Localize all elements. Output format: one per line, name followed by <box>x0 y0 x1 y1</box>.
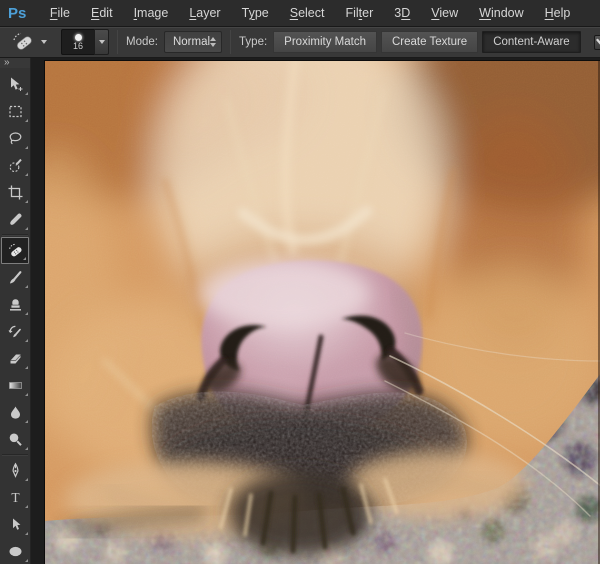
spot-healing-brush-icon <box>10 30 36 54</box>
healing-type-options: Proximity Match Create Texture Content-A… <box>273 31 585 53</box>
history-brush-tool[interactable] <box>0 318 30 345</box>
rectangular-marquee-tool[interactable] <box>0 98 30 125</box>
crop-tool[interactable] <box>0 179 30 206</box>
sample-all-layers-checkbox[interactable] <box>594 35 600 50</box>
move-tool[interactable] <box>0 71 30 98</box>
blur-tool[interactable] <box>0 399 30 426</box>
collapse-panel-button[interactable]: » <box>0 58 30 68</box>
brush-tool[interactable] <box>0 264 30 291</box>
menu-layer[interactable]: Layer <box>179 6 231 20</box>
marquee-icon <box>7 103 24 120</box>
menu-3d[interactable]: 3D <box>384 6 421 20</box>
photoshop-logo: Ps <box>0 5 39 22</box>
create-texture-button[interactable]: Create Texture <box>381 31 478 53</box>
dodge-icon <box>7 431 24 448</box>
document-canvas[interactable] <box>45 61 600 564</box>
sample-all-layers-option[interactable]: Sam <box>594 35 600 50</box>
brush-tip-dot-icon <box>75 34 82 41</box>
move-icon <box>7 76 24 93</box>
crop-icon <box>7 184 24 201</box>
photoshop-window: Ps File Edit Image Layer Type Select Fil… <box>0 0 600 564</box>
clone-stamp-icon <box>7 296 24 313</box>
brush-size-picker[interactable]: 16 <box>61 29 109 55</box>
divider <box>2 454 28 456</box>
chevron-down-icon <box>41 40 47 44</box>
menu-edit[interactable]: Edit <box>81 6 124 20</box>
menu-file[interactable]: File <box>39 6 80 20</box>
mode-dropdown[interactable]: Normal <box>164 31 222 53</box>
eraser-tool[interactable] <box>0 345 30 372</box>
menu-bar: Ps File Edit Image Layer Type Select Fil… <box>0 0 600 27</box>
brush-size-value: 16 <box>73 42 83 51</box>
mode-value: Normal <box>173 36 210 48</box>
brush-size-dropdown-button[interactable] <box>94 29 109 55</box>
tool-options-bar: 16 Mode: Normal Type: Proximity Match Cr… <box>0 27 600 58</box>
eyedropper-tool[interactable] <box>0 206 30 233</box>
gradient-icon <box>7 377 24 394</box>
separator <box>117 30 118 54</box>
menu-select[interactable]: Select <box>279 6 335 20</box>
checkmark-icon <box>595 31 600 47</box>
menu-view[interactable]: View <box>421 6 469 20</box>
type-tool[interactable]: T <box>0 484 30 511</box>
canvas-pasteboard <box>31 58 600 564</box>
svg-text:T: T <box>11 490 20 505</box>
tools-panel: » <box>0 58 31 564</box>
selection-arrow-icon <box>7 516 24 533</box>
dodge-tool[interactable] <box>0 426 30 453</box>
gradient-tool[interactable] <box>0 372 30 399</box>
eraser-icon <box>7 350 24 367</box>
history-brush-icon <box>7 323 24 340</box>
type-label: Type: <box>239 36 267 48</box>
lasso-tool[interactable] <box>0 125 30 152</box>
chevron-down-icon <box>99 40 105 44</box>
content-aware-button[interactable]: Content-Aware <box>482 31 581 53</box>
blur-drop-icon <box>7 404 24 421</box>
spot-healing-brush-icon <box>7 242 24 259</box>
brush-icon <box>7 269 24 286</box>
menu-type[interactable]: Type <box>231 6 279 20</box>
quick-selection-tool[interactable] <box>0 152 30 179</box>
menu-window[interactable]: Window <box>469 6 534 20</box>
tool-preset-picker[interactable] <box>5 30 52 54</box>
mode-label: Mode: <box>126 36 158 48</box>
dog-nose-photo <box>45 61 600 564</box>
lasso-icon <box>7 130 24 147</box>
type-icon: T <box>7 489 24 506</box>
menu-image[interactable]: Image <box>123 6 179 20</box>
clone-stamp-tool[interactable] <box>0 291 30 318</box>
eyedropper-icon <box>7 211 24 228</box>
proximity-match-button[interactable]: Proximity Match <box>273 31 377 53</box>
brush-preview: 16 <box>61 29 94 55</box>
pen-icon <box>7 462 24 479</box>
path-selection-tool[interactable] <box>0 511 30 538</box>
separator <box>230 30 231 54</box>
updown-arrows-icon <box>210 37 216 47</box>
divider <box>2 234 28 236</box>
main-area: » <box>0 58 600 564</box>
spot-healing-brush-tool[interactable] <box>1 237 29 264</box>
pen-tool[interactable] <box>0 457 30 484</box>
ellipse-icon <box>7 543 24 560</box>
quick-selection-icon <box>7 157 24 174</box>
menu-help[interactable]: Help <box>534 6 581 20</box>
double-chevron-icon: » <box>4 58 9 68</box>
menu-filter[interactable]: Filter <box>335 6 384 20</box>
ellipse-tool[interactable] <box>0 538 30 564</box>
